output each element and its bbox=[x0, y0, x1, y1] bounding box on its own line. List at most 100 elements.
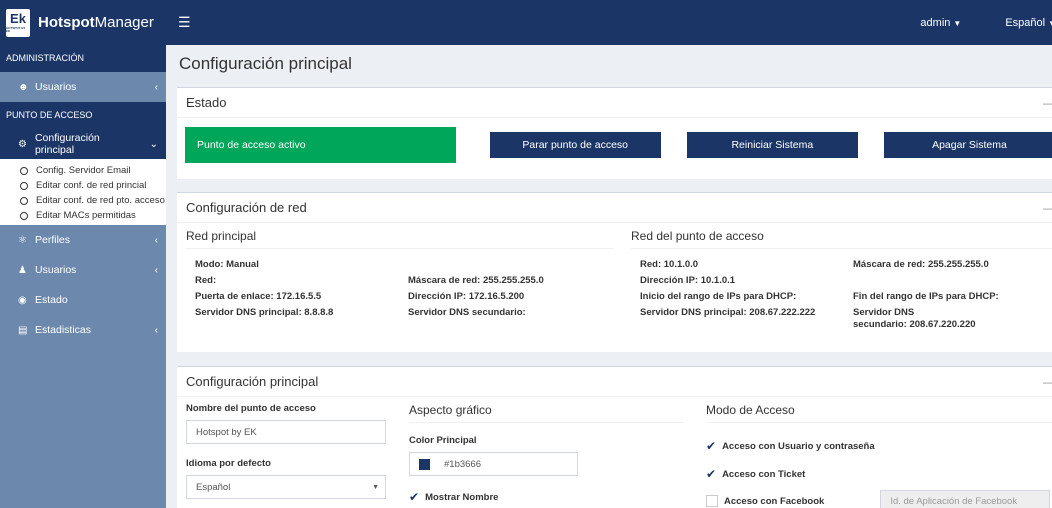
caret-down-icon: ▼ bbox=[1048, 19, 1052, 28]
logo-sub: HOTSPOT BY EK bbox=[6, 26, 26, 33]
mode-facebook-label: Acceso con Facebook bbox=[724, 495, 825, 507]
sidebar-item-config-principal[interactable]: ⚙ Configuración principal ⌄ bbox=[0, 129, 166, 159]
ap-network-value: Red: 10.1.0.0 bbox=[640, 259, 699, 270]
page-title: Configuración principal bbox=[179, 54, 352, 73]
dhcp-start-value: Inicio del rango de IPs para DHCP: bbox=[640, 291, 797, 302]
dns1-value: Servidor DNS principal: 8.8.8.8 bbox=[195, 307, 334, 318]
logo[interactable]: Ek HOTSPOT BY EK HotspotManager bbox=[0, 0, 166, 45]
ap-netmask-value: Máscara de red: 255.255.255.0 bbox=[853, 259, 989, 270]
aspect-title: Aspecto gráfico bbox=[409, 403, 684, 423]
sidebar-item-usuarios[interactable]: ♟ Usuarios ‹ bbox=[0, 255, 166, 285]
network-value: Red: bbox=[195, 275, 217, 286]
ap-dns2-line1: Servidor DNS bbox=[853, 307, 915, 318]
submenu-label: Editar conf. de red princial bbox=[36, 180, 147, 191]
color-input[interactable]: #1b3666 bbox=[409, 452, 578, 476]
section-admin: ADMINISTRACIÓN bbox=[0, 45, 166, 72]
sidebar-item-estado[interactable]: ◉ Estado bbox=[0, 285, 166, 315]
default-lang-select[interactable]: Español ▼ bbox=[186, 475, 386, 499]
mode-facebook-option[interactable]: Acceso con Facebook Id. de Aplicación de… bbox=[706, 490, 1052, 508]
ap-dns2-line2: secundario: 208.67.220.220 bbox=[853, 319, 976, 330]
mode-user-option[interactable]: ✔ Acceso con Usuario y contraseña bbox=[706, 439, 1052, 453]
chevron-left-icon: ‹ bbox=[154, 81, 158, 93]
checkbox-empty[interactable] bbox=[706, 495, 718, 507]
default-lang-label: Idioma por defecto bbox=[186, 458, 271, 469]
circle-icon bbox=[20, 196, 28, 205]
stop-ap-button[interactable]: Parar punto de acceso bbox=[489, 132, 661, 158]
main-content: Configuración principal Estado — Punto d… bbox=[166, 45, 1052, 508]
circle-icon bbox=[20, 211, 28, 220]
submenu-ap-network[interactable]: Editar conf. de red pto. acceso bbox=[0, 193, 166, 208]
shutdown-button[interactable]: Apagar Sistema bbox=[883, 132, 1052, 158]
gateway-value: Puerta de enlace: 172.16.5.5 bbox=[195, 291, 322, 302]
submenu-label: Config. Servidor Email bbox=[36, 165, 131, 176]
language-menu[interactable]: Español▼ bbox=[991, 17, 1052, 29]
app-name: HotspotManager bbox=[38, 14, 154, 31]
sidebar-item-label: Perfiles bbox=[35, 234, 71, 246]
color-value: #1b3666 bbox=[444, 458, 481, 470]
ap-name-input[interactable]: Hotspot by EK bbox=[186, 420, 386, 444]
sidebar-item-estadisticas[interactable]: ▤ Estadisticas ‹ bbox=[0, 315, 166, 345]
logo-letters: Ek bbox=[10, 11, 26, 26]
main-network-title: Red principal bbox=[186, 223, 613, 249]
users-icon: ☻ bbox=[18, 81, 29, 93]
collapse-icon[interactable]: — bbox=[1043, 201, 1052, 215]
config-box: Configuración principal — Nombre del pun… bbox=[177, 366, 1052, 508]
ap-dns1-value: Servidor DNS principal: 208.67.222.222 bbox=[640, 307, 816, 318]
color-label: Color Principal bbox=[409, 435, 477, 446]
collapse-icon[interactable]: — bbox=[1043, 375, 1052, 389]
mode-value: Modo: Manual bbox=[195, 259, 259, 270]
submenu-label: Editar MACs permitidas bbox=[36, 210, 136, 221]
config-header: Configuración principal — bbox=[177, 367, 1052, 397]
language-label: Español bbox=[1005, 16, 1046, 29]
user-menu[interactable]: admin ▼ bbox=[906, 17, 975, 29]
circle-icon bbox=[20, 166, 28, 175]
ap-ip-value: Dirección IP: 10.1.0.1 bbox=[640, 275, 736, 286]
default-lang-value: Español bbox=[196, 481, 231, 493]
mode-ticket-option[interactable]: ✔ Acceso con Ticket bbox=[706, 467, 1052, 481]
color-swatch bbox=[419, 458, 430, 470]
box-title: Estado bbox=[186, 95, 227, 110]
network-box: Configuración de red — Red principal Mod… bbox=[177, 192, 1052, 352]
submenu-label: Editar conf. de red pto. acceso bbox=[36, 195, 165, 206]
network-header: Configuración de red — bbox=[177, 193, 1052, 223]
ap-network-title: Red del punto de acceso bbox=[631, 223, 1052, 249]
section-ap: PUNTO DE ACCESO bbox=[0, 102, 166, 129]
ap-dns2-value: Servidor DNS secundario: 208.67.220.220 bbox=[853, 307, 1052, 331]
restart-button[interactable]: Reiniciar Sistema bbox=[686, 132, 858, 158]
sidebar-item-label: Usuarios bbox=[35, 264, 77, 276]
dns2-value: Servidor DNS secundario: bbox=[408, 307, 526, 318]
submenu-email-server[interactable]: Config. Servidor Email bbox=[0, 163, 166, 178]
chevron-down-icon: ⌄ bbox=[149, 138, 158, 150]
status-badge: Punto de acceso activo bbox=[185, 127, 456, 163]
ap-name-label: Nombre del punto de acceso bbox=[186, 403, 316, 414]
sidebar-item-usuarios-admin[interactable]: ☻ Usuarios ‹ bbox=[0, 72, 166, 102]
access-mode-title: Modo de Acceso bbox=[706, 403, 1052, 423]
sidebar-item-perfiles[interactable]: ⚛ Perfiles ‹ bbox=[0, 225, 166, 255]
profiles-icon: ⚛ bbox=[18, 234, 27, 246]
app-name-rest: Manager bbox=[94, 14, 154, 31]
app-name-bold: Hotspot bbox=[38, 14, 95, 31]
hamburger-icon[interactable]: ☰ bbox=[178, 14, 198, 31]
netmask-value: Máscara de red: 255.255.255.0 bbox=[408, 275, 544, 286]
chevron-left-icon: ‹ bbox=[154, 264, 158, 276]
show-name-option[interactable]: ✔ Mostrar Nombre bbox=[409, 490, 684, 504]
sidebar-item-label: Configuración principal bbox=[34, 132, 100, 156]
facebook-app-id-input[interactable]: Id. de Aplicación de Facebook bbox=[880, 490, 1051, 508]
box-title: Configuración principal bbox=[186, 374, 319, 389]
checkmark-icon: ✔ bbox=[409, 490, 420, 504]
collapse-icon[interactable]: — bbox=[1043, 96, 1052, 110]
submenu-allowed-macs[interactable]: Editar MACs permitidas bbox=[0, 208, 166, 223]
top-navbar: Ek HOTSPOT BY EK HotspotManager ☰ admin ▼… bbox=[0, 0, 1052, 45]
mode-ticket-label: Acceso con Ticket bbox=[722, 468, 806, 480]
dhcp-end-value: Fin del rango de IPs para DHCP: bbox=[853, 291, 999, 302]
checkmark-icon: ✔ bbox=[706, 439, 717, 453]
estado-header: Estado — bbox=[177, 88, 1052, 118]
submenu-main-network[interactable]: Editar conf. de red princial bbox=[0, 178, 166, 193]
circle-icon bbox=[20, 181, 28, 190]
user-name: admin bbox=[920, 16, 951, 29]
show-name-label: Mostrar Nombre bbox=[425, 491, 499, 503]
chevron-left-icon: ‹ bbox=[154, 324, 158, 336]
ap-network-panel: Red del punto de acceso Red: 10.1.0.0 Má… bbox=[622, 223, 1052, 331]
box-title: Configuración de red bbox=[186, 200, 307, 215]
cogs-icon: ⚙ bbox=[18, 138, 27, 150]
